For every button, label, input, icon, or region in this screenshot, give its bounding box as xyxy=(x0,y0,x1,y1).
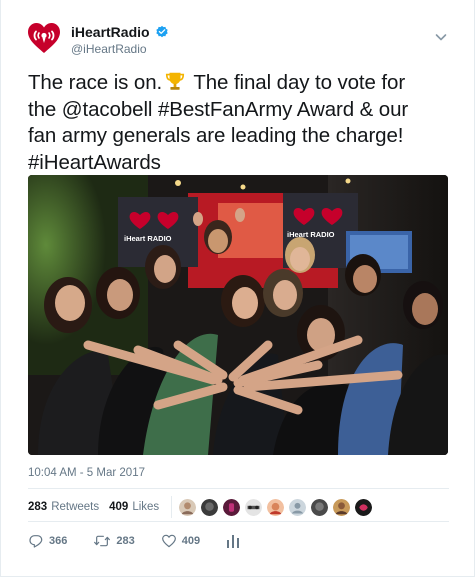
photo-illustration: iHeart RADIO iHeart RADIO xyxy=(28,175,448,455)
analytics-icon xyxy=(227,535,240,548)
tweet-text-line: the @tacobell #BestFanArmy Award & our xyxy=(28,97,409,121)
like-button[interactable]: 409 xyxy=(161,533,200,549)
avatar[interactable] xyxy=(178,497,198,517)
reply-icon xyxy=(29,535,43,548)
tweet-text-line: The race is on. The final day to vote fo… xyxy=(28,70,448,97)
tweet-text-line: #iHeartAwards xyxy=(28,150,161,174)
like-count: 409 xyxy=(181,535,201,547)
avatar[interactable] xyxy=(288,497,308,517)
reply-count: 366 xyxy=(49,535,68,547)
verified-badge-icon xyxy=(155,25,168,38)
tweet-header: iHeartRadio @iHeartRadio xyxy=(1,0,475,62)
iheartradio-logo-icon[interactable] xyxy=(27,22,61,56)
avatar[interactable] xyxy=(244,497,264,517)
retweet-button[interactable]: 283 xyxy=(93,533,135,549)
likes-label: Likes xyxy=(132,501,160,513)
tweet-photo[interactable]: iHeart RADIO iHeart RADIO xyxy=(28,175,448,455)
avatar[interactable] xyxy=(354,497,374,517)
avatar[interactable] xyxy=(266,497,286,517)
likes-stat[interactable]: 409 Likes xyxy=(109,501,159,513)
author-display-name[interactable]: iHeartRadio xyxy=(71,24,150,40)
retweets-label: Retweets xyxy=(51,501,100,513)
divider-bottom xyxy=(28,521,449,522)
tweet-text: The race is on. The final day to vote fo… xyxy=(28,70,448,176)
tweet-text-segment: The race is on. xyxy=(28,71,163,94)
tweet-text-line: fan army generals are leading the charge… xyxy=(28,124,404,147)
divider-top xyxy=(28,488,449,489)
retweets-stat[interactable]: 283 Retweets xyxy=(28,501,99,513)
trophy-icon xyxy=(166,72,185,90)
liker-avatars xyxy=(178,497,374,517)
stats-separator xyxy=(171,496,173,518)
tweet-card: iHeartRadio @iHeartRadio The race is on.… xyxy=(0,0,475,577)
avatar[interactable] xyxy=(200,497,220,517)
photo-sign-text: iHeart RADIO xyxy=(124,234,172,243)
tweet-text-segment: The final day to vote for xyxy=(188,71,406,94)
retweet-count: 283 xyxy=(116,535,135,547)
reply-button[interactable]: 366 xyxy=(28,533,67,549)
retweet-icon xyxy=(94,535,111,547)
avatar[interactable] xyxy=(310,497,330,517)
photo-sign-text-2: iHeart RADIO xyxy=(287,230,335,239)
tweet-timestamp[interactable]: 10:04 AM - 5 Mar 2017 xyxy=(28,467,145,479)
retweets-count: 283 xyxy=(28,501,48,513)
tweet-actions: 366 283 409 xyxy=(28,533,266,549)
author-handle[interactable]: @iHeartRadio xyxy=(71,42,147,56)
author-name-row: iHeartRadio xyxy=(71,24,169,40)
engagement-stats: 283 Retweets 409 Likes xyxy=(28,496,374,518)
analytics-button[interactable] xyxy=(226,533,240,549)
likes-count: 409 xyxy=(109,501,129,513)
avatar[interactable] xyxy=(332,497,352,517)
heart-icon xyxy=(161,534,176,548)
avatar[interactable] xyxy=(222,497,242,517)
chevron-down-icon[interactable] xyxy=(434,30,448,44)
